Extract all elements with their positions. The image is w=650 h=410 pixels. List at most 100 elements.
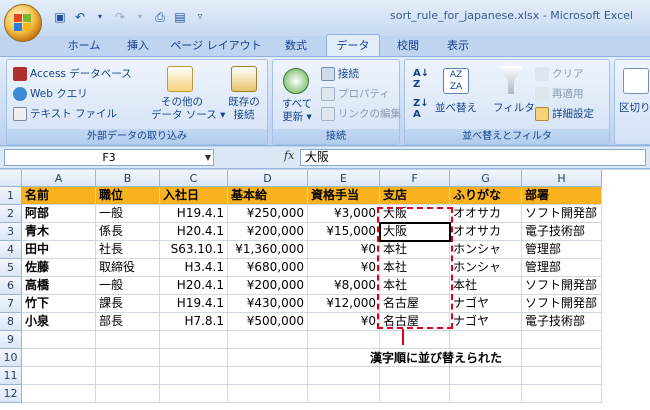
data-cell[interactable]: ソフト開発部 [522,295,602,313]
data-cell[interactable]: H19.4.1 [160,205,228,223]
data-cell[interactable]: 本社 [450,277,522,295]
header-cell[interactable]: 職位 [96,187,160,205]
undo-dropdown-icon[interactable]: ▾ [92,9,108,25]
name-box[interactable]: F3 ▼ [4,149,214,166]
row-header-5[interactable]: 5 [0,259,22,277]
empty-cell[interactable] [522,349,602,367]
data-cell[interactable]: ¥500,000 [228,313,308,331]
formula-input[interactable]: 大阪 [300,149,646,166]
row-header-9[interactable]: 9 [0,331,22,349]
data-cell[interactable]: ¥3,000 [308,205,380,223]
empty-cell[interactable] [228,367,308,385]
header-cell[interactable]: 入社日 [160,187,228,205]
data-cell[interactable]: 名古屋 [380,295,450,313]
tab-formulas[interactable]: 数式 [272,36,320,56]
data-cell[interactable]: H19.4.1 [160,295,228,313]
data-cell[interactable]: S63.10.1 [160,241,228,259]
open-folder-icon[interactable]: ▤ [172,9,188,25]
customize-qat-icon[interactable]: ▿ [192,9,208,25]
data-cell[interactable]: H20.4.1 [160,277,228,295]
empty-cell[interactable] [228,331,308,349]
empty-cell[interactable] [450,367,522,385]
header-cell[interactable]: 基本給 [228,187,308,205]
data-cell[interactable]: 社長 [96,241,160,259]
redo-icon[interactable]: ↷ [112,9,128,25]
tab-page-layout[interactable]: ページ レイアウト [166,36,266,56]
empty-cell[interactable] [308,367,380,385]
empty-cell[interactable] [450,385,522,403]
column-header-c[interactable]: C [160,170,228,187]
row-header-10[interactable]: 10 [0,349,22,367]
data-cell[interactable]: 一般 [96,277,160,295]
reapply-button[interactable]: 再適用 [535,86,584,101]
data-cell[interactable]: ¥12,000 [308,295,380,313]
empty-cell[interactable] [160,385,228,403]
sort-descending-icon[interactable]: Z↓ A [413,98,429,120]
column-header-f[interactable]: F [380,170,450,187]
data-cell[interactable]: 青木 [22,223,96,241]
header-cell[interactable]: 資格手当 [308,187,380,205]
data-cell[interactable]: 管理部 [522,259,602,277]
name-box-dropdown-icon[interactable]: ▼ [205,150,211,165]
data-cell[interactable]: 大阪 [380,223,450,241]
empty-cell[interactable] [22,331,96,349]
empty-cell[interactable] [160,349,228,367]
properties-button[interactable]: プロパティ [321,86,390,101]
data-cell[interactable]: 田中 [22,241,96,259]
empty-cell[interactable] [380,385,450,403]
header-cell[interactable]: 支店 [380,187,450,205]
empty-cell[interactable] [228,385,308,403]
tab-home[interactable]: ホーム [56,36,112,56]
access-button[interactable]: Access データベース [13,66,132,81]
data-cell[interactable]: ナゴヤ [450,295,522,313]
data-cell[interactable]: 係長 [96,223,160,241]
empty-cell[interactable] [380,367,450,385]
row-header-8[interactable]: 8 [0,313,22,331]
empty-cell[interactable] [160,367,228,385]
data-cell[interactable]: 本社 [380,277,450,295]
connections-button[interactable]: 接続 [321,66,359,81]
data-cell[interactable]: 電子技術部 [522,223,602,241]
row-header-4[interactable]: 4 [0,241,22,259]
refresh-all-button[interactable]: すべて 更新 ▾ [275,98,319,124]
empty-cell[interactable] [22,349,96,367]
clear-button[interactable]: クリア [535,66,584,81]
empty-cell[interactable] [160,331,228,349]
data-cell[interactable]: 大阪 [380,205,450,223]
data-cell[interactable]: ホンシャ [450,241,522,259]
column-header-a[interactable]: A [22,170,96,187]
office-button[interactable] [4,4,42,42]
data-cell[interactable]: 名古屋 [380,313,450,331]
header-cell[interactable]: 名前 [22,187,96,205]
header-cell[interactable]: 部署 [522,187,602,205]
empty-cell[interactable] [22,385,96,403]
row-header-7[interactable]: 7 [0,295,22,313]
data-cell[interactable]: ¥8,000 [308,277,380,295]
data-cell[interactable]: ¥1,360,000 [228,241,308,259]
data-cell[interactable]: ¥250,000 [228,205,308,223]
redo-dropdown-icon[interactable]: ▾ [132,9,148,25]
empty-cell[interactable] [308,331,380,349]
data-cell[interactable]: ¥0 [308,313,380,331]
existing-connections-button[interactable]: 既存の 接続 [221,96,267,122]
empty-cell[interactable] [450,331,522,349]
row-header-1[interactable]: 1 [0,187,22,205]
empty-cell[interactable] [380,331,450,349]
data-cell[interactable]: ¥200,000 [228,223,308,241]
select-all-corner[interactable] [0,170,22,187]
row-header-3[interactable]: 3 [0,223,22,241]
data-cell[interactable]: 課長 [96,295,160,313]
data-cell[interactable]: H3.4.1 [160,259,228,277]
undo-icon[interactable]: ↶ [72,9,88,25]
tab-insert[interactable]: 挿入 [116,36,160,56]
empty-cell[interactable] [522,331,602,349]
row-header-2[interactable]: 2 [0,205,22,223]
data-cell[interactable]: ¥15,000 [308,223,380,241]
text-file-button[interactable]: テキスト ファイル [13,106,117,121]
data-cell[interactable]: 本社 [380,241,450,259]
text-to-columns-button[interactable]: 区切り [619,100,650,115]
data-cell[interactable]: 部長 [96,313,160,331]
data-cell[interactable]: ¥430,000 [228,295,308,313]
tab-view[interactable]: 表示 [436,36,480,56]
other-sources-button[interactable]: その他の データ ソース ▾ [151,96,225,122]
